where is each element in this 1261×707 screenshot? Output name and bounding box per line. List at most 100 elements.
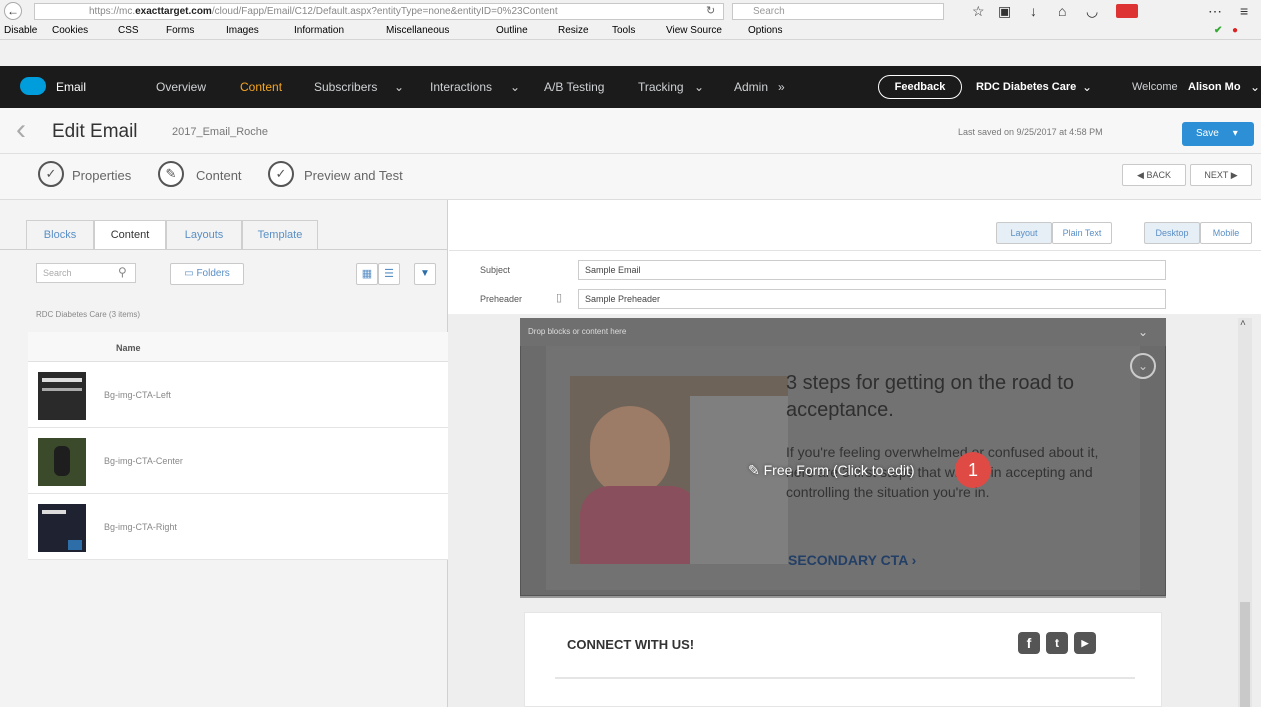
url-path: /cloud/Fapp/Email/C12/Default.aspx?entit… <box>211 6 558 17</box>
list-item[interactable]: Bg-img-CTA-Right <box>28 494 448 560</box>
save-chevron-icon: ▾ <box>1232 128 1238 139</box>
scroll-up-icon[interactable]: ˄ <box>1240 318 1246 329</box>
list-item[interactable]: Bg-img-CTA-Center <box>28 428 448 494</box>
step-preview-and-test[interactable]: Preview and Test <box>304 168 403 183</box>
bookmark-disable[interactable]: Disable <box>4 22 37 40</box>
tab-template[interactable]: Template <box>242 220 318 250</box>
edit-overlay[interactable]: ✎ Free Form (Click to edit) <box>748 458 915 482</box>
filter-icon[interactable]: ▼ <box>414 263 436 285</box>
bookmark-miscellaneous[interactable]: Miscellaneous <box>386 22 449 40</box>
browser-search-input[interactable]: Search <box>732 3 944 20</box>
extension-icon[interactable] <box>1116 4 1138 18</box>
desktop-view-button[interactable]: Desktop <box>1144 222 1200 244</box>
feedback-button[interactable]: Feedback <box>878 75 962 99</box>
bookmarks-bar: Disable Cookies CSS Forms Images Informa… <box>0 22 1261 40</box>
back-button[interactable]: ◀ BACK <box>1122 164 1186 186</box>
nav-ab-testing[interactable]: A/B Testing <box>544 66 604 108</box>
account-switcher[interactable]: RDC Diabetes Care <box>976 66 1076 108</box>
nav-subscribers-chevron-icon: ⌄ <box>394 80 405 94</box>
tab-blocks[interactable]: Blocks <box>26 220 94 250</box>
drop-hint: Drop blocks or content here <box>528 327 627 336</box>
preheader-field[interactable]: Sample Preheader <box>578 289 1166 309</box>
step-properties[interactable]: Properties <box>72 168 131 183</box>
app-nav-bar: Email Overview Content Subscribers ⌄ Int… <box>0 66 1261 108</box>
user-menu[interactable]: Alison Mo <box>1188 66 1241 108</box>
youtube-icon[interactable]: ▶ <box>1074 632 1096 654</box>
collapse-chevron-icon[interactable]: ⌄ <box>1130 353 1156 379</box>
bookmark-forms[interactable]: Forms <box>166 22 194 40</box>
error-icon[interactable]: ● <box>1232 22 1238 40</box>
save-label: Save <box>1196 128 1219 139</box>
subject-field[interactable]: Sample Email <box>578 260 1166 280</box>
drop-zone-bar: Drop blocks or content here <box>520 318 1166 346</box>
plain-text-view-button[interactable]: Plain Text <box>1052 222 1112 244</box>
back-chevron-icon[interactable]: ‹ <box>16 112 26 148</box>
clipboard-icon[interactable]: ▣ <box>998 3 1011 19</box>
bookmark-view-source[interactable]: View Source <box>666 22 722 40</box>
home-icon[interactable]: ⌂ <box>1058 3 1066 19</box>
nav-admin[interactable]: Admin <box>734 66 768 108</box>
mobile-view-button[interactable]: Mobile <box>1200 222 1252 244</box>
save-button[interactable]: Save ▾ <box>1182 122 1254 146</box>
nav-interactions[interactable]: Interactions <box>430 66 492 108</box>
connect-heading: CONNECT WITH US! <box>567 637 695 652</box>
folders-button[interactable]: ▭ Folders <box>170 263 244 285</box>
layout-view-button[interactable]: Layout <box>996 222 1052 244</box>
nav-content[interactable]: Content <box>240 66 282 108</box>
preview-check-icon[interactable]: ✓ <box>268 161 294 187</box>
nav-overview[interactable]: Overview <box>156 66 206 108</box>
bookmark-tools[interactable]: Tools <box>612 22 635 40</box>
folders-label: Folders <box>196 268 230 279</box>
subject-value: Sample Email <box>585 265 641 275</box>
step-content[interactable]: Content <box>196 168 242 183</box>
bookmark-css[interactable]: CSS <box>118 22 139 40</box>
address-bar[interactable]: https://mc.exacttarget.com/cloud/Fapp/Em… <box>34 3 724 20</box>
more-icon[interactable]: ⋯ <box>1208 3 1222 19</box>
thumbnail-right <box>38 504 86 552</box>
connect-block[interactable]: CONNECT WITH US! <box>524 612 1162 707</box>
nav-tracking[interactable]: Tracking <box>638 66 684 108</box>
facebook-icon[interactable]: f <box>1018 632 1040 654</box>
download-icon[interactable]: ↓ <box>1030 3 1037 19</box>
pencil-icon[interactable]: ✎ <box>158 161 184 187</box>
nav-subscribers[interactable]: Subscribers <box>314 66 377 108</box>
bookmark-outline[interactable]: Outline <box>496 22 528 40</box>
salesforce-cloud-icon <box>20 77 46 95</box>
drop-chevron-icon[interactable]: ⌄ <box>1138 325 1148 339</box>
properties-check-icon[interactable]: ✓ <box>38 161 64 187</box>
reload-icon[interactable]: ↻ <box>706 3 715 19</box>
browser-toolbar: ← https://mc.exacttarget.com/cloud/Fapp/… <box>0 0 1261 40</box>
app-brand[interactable]: Email <box>56 66 86 108</box>
item-name: Bg-img-CTA-Right <box>104 522 177 532</box>
subject-label: Subject <box>480 265 511 275</box>
column-name[interactable]: Name <box>116 343 141 353</box>
bookmark-images[interactable]: Images <box>226 22 259 40</box>
star-icon[interactable]: ☆ <box>972 3 985 19</box>
nav-more-icon[interactable]: » <box>778 66 785 108</box>
list-item[interactable]: Bg-img-CTA-Left <box>28 362 448 428</box>
preheader-value: Sample Preheader <box>585 294 661 304</box>
twitter-icon[interactable]: t <box>1046 632 1068 654</box>
preheader-info-icon[interactable]: ▯ <box>556 291 562 304</box>
bookmark-information[interactable]: Information <box>294 22 344 40</box>
tab-content[interactable]: Content <box>94 220 166 250</box>
check-icon[interactable]: ✔ <box>1214 22 1222 40</box>
browser-search-placeholder: Search <box>753 6 785 17</box>
pocket-icon[interactable]: ◡ <box>1086 3 1098 19</box>
bookmark-options[interactable]: Options <box>748 22 782 40</box>
search-icon[interactable]: ⚲ <box>118 265 127 279</box>
bookmark-cookies[interactable]: Cookies <box>52 22 88 40</box>
list-view-icon[interactable]: ☰ <box>378 263 400 285</box>
secondary-cta-link[interactable]: SECONDARY CTA › <box>788 552 916 568</box>
tab-layouts[interactable]: Layouts <box>166 220 242 250</box>
account-chevron-icon: ⌄ <box>1082 80 1093 94</box>
menu-icon[interactable]: ≡ <box>1240 3 1248 19</box>
scrollbar[interactable]: ˄ <box>1238 318 1252 707</box>
edit-overlay-label: Free Form (Click to edit) <box>763 462 915 478</box>
browser-spacer <box>0 40 1261 66</box>
grid-view-icon[interactable]: ▦ <box>356 263 378 285</box>
bookmark-resize[interactable]: Resize <box>558 22 589 40</box>
next-button[interactable]: NEXT ▶ <box>1190 164 1252 186</box>
back-arrow-icon[interactable]: ← <box>4 2 22 20</box>
scroll-thumb[interactable] <box>1240 602 1250 707</box>
